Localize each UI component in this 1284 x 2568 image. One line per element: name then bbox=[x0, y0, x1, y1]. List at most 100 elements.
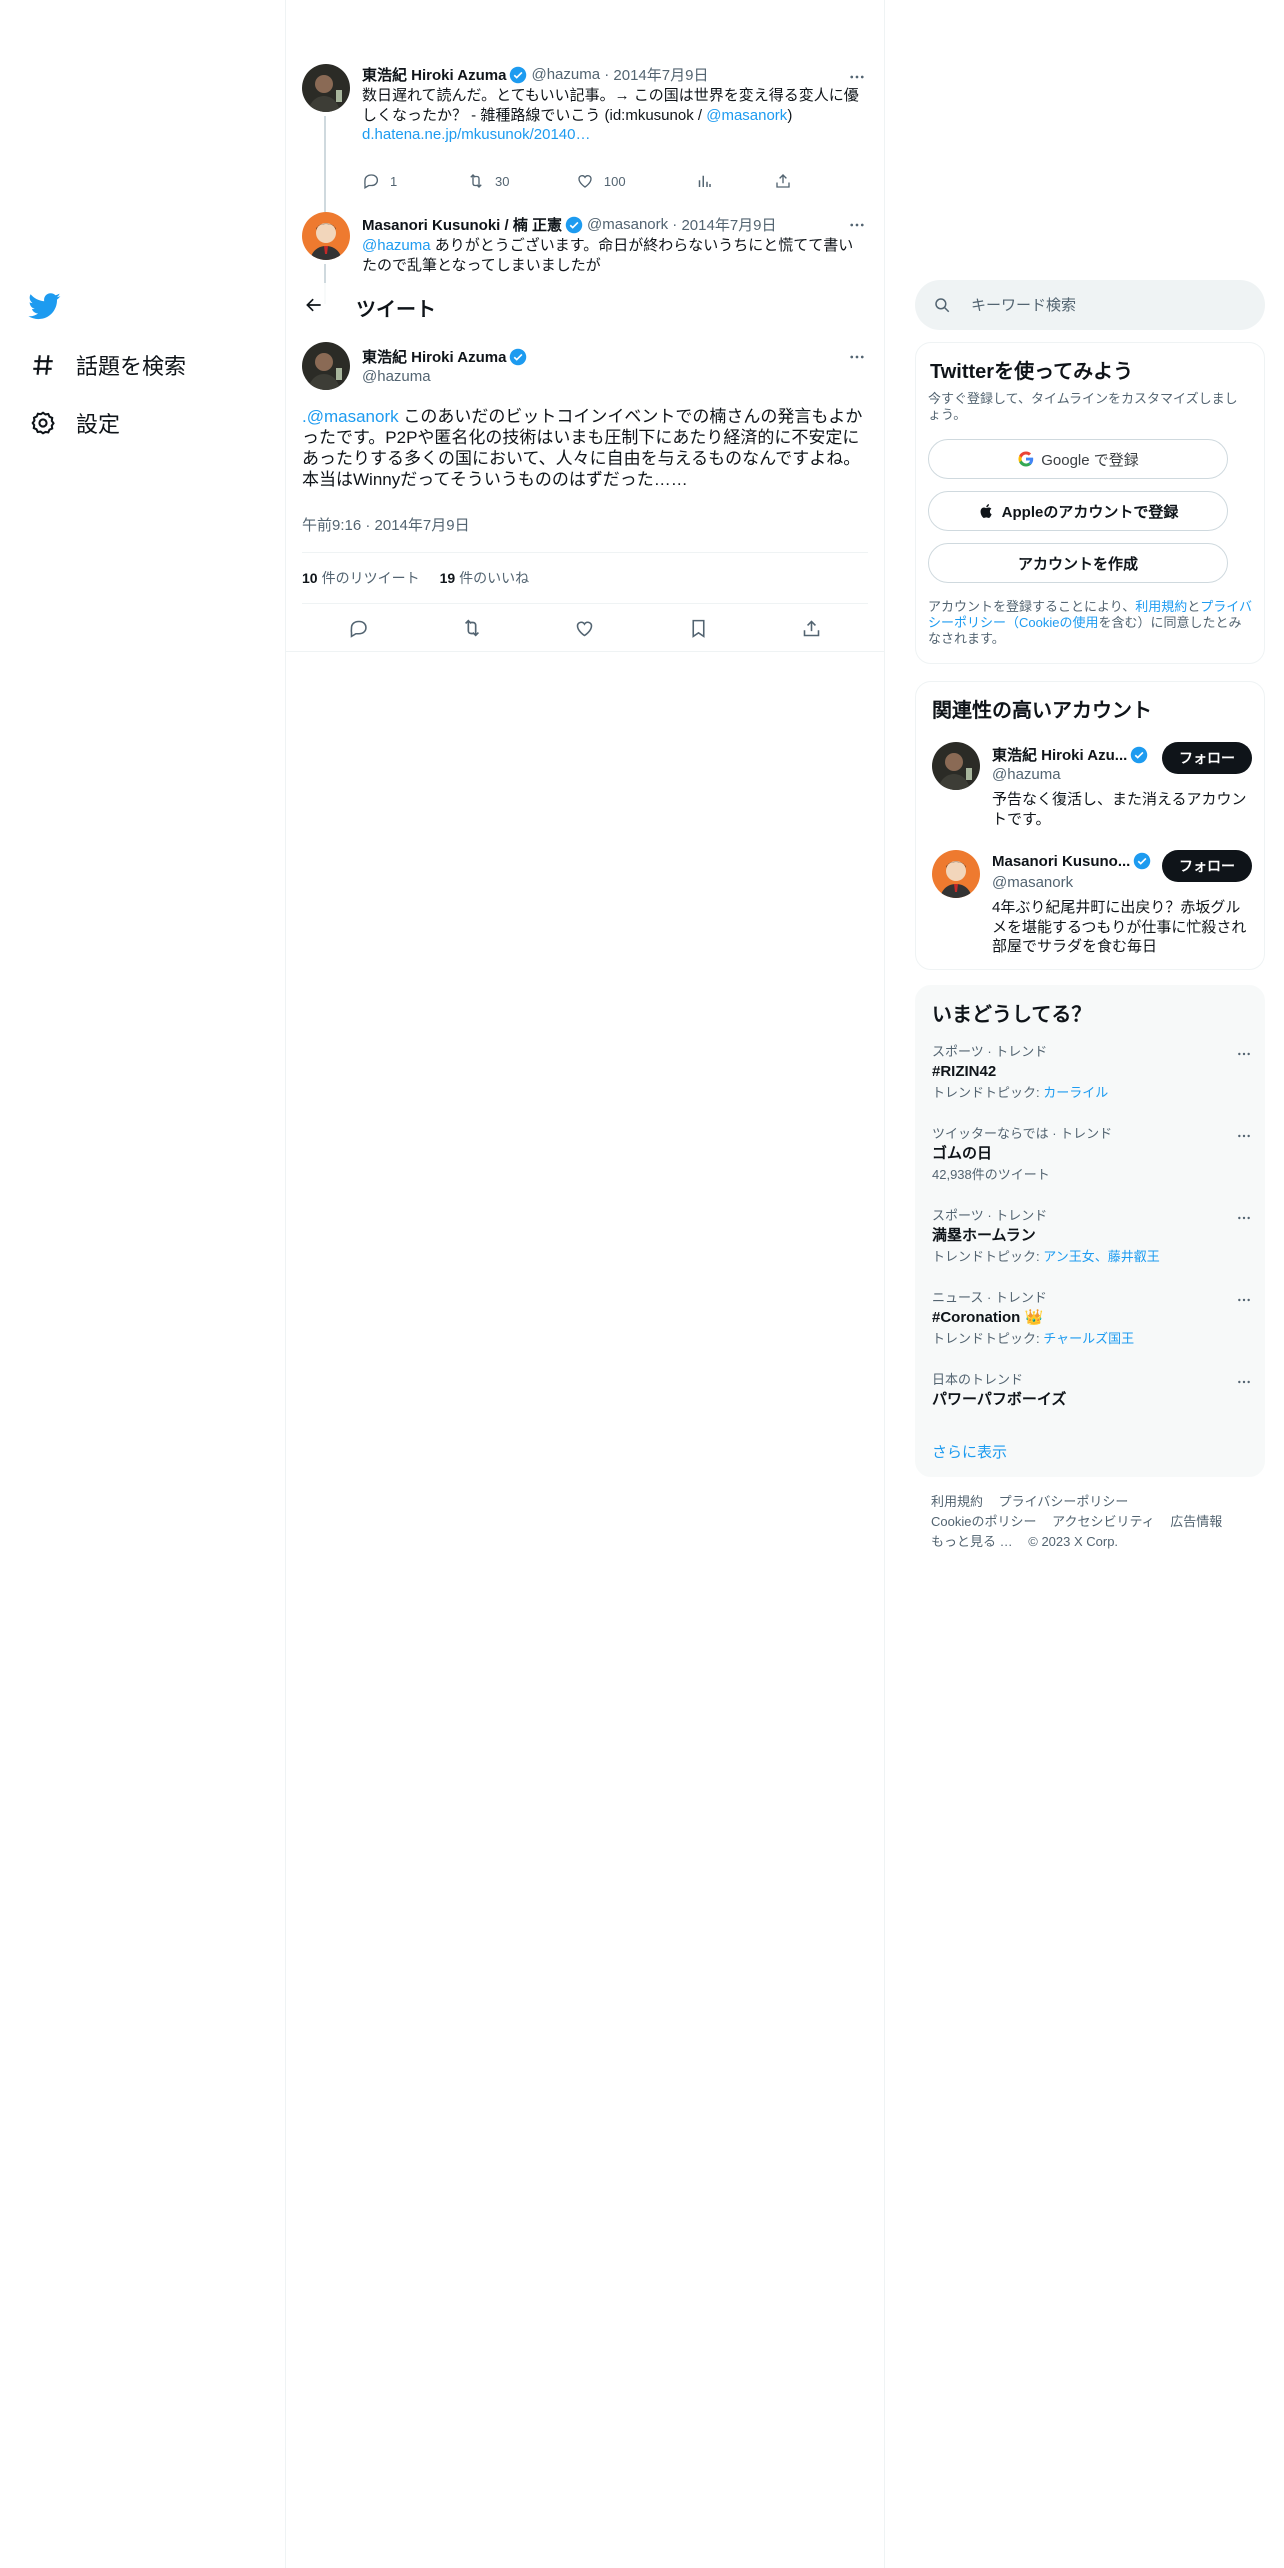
trends-panel: いまどうしてる？ スポーツ · トレンド #RIZIN42 トレンドトピック: … bbox=[915, 985, 1265, 1477]
apple-signup-button[interactable]: Appleのアカウントで登録 bbox=[928, 491, 1228, 531]
share-button[interactable] bbox=[774, 170, 792, 192]
twitter-logo-icon[interactable] bbox=[28, 290, 62, 322]
footer-ads-link[interactable]: 広告情報 bbox=[1170, 1514, 1222, 1529]
author-handle[interactable]: @hazuma bbox=[362, 368, 431, 385]
retweet-button[interactable]: 30 bbox=[467, 170, 576, 192]
trend-name: #Coronation 👑 bbox=[932, 1309, 1044, 1326]
related-account[interactable]: Masanori Kusuno... @masanork 4年ぶり紀尾井町に出戻… bbox=[932, 850, 1252, 960]
create-account-button[interactable]: アカウントを作成 bbox=[928, 543, 1228, 583]
terms-link[interactable]: 利用規約 bbox=[1135, 599, 1187, 614]
like-stat[interactable]: 19 件のいいね bbox=[440, 568, 530, 588]
trend-name: #RIZIN42 bbox=[932, 1063, 997, 1080]
avatar[interactable] bbox=[302, 342, 350, 390]
heart-icon[interactable] bbox=[574, 617, 596, 639]
tweet-text-close: ) bbox=[787, 106, 793, 124]
retweet-icon[interactable] bbox=[461, 617, 483, 639]
tweet-actions: 1 30 100 bbox=[362, 170, 792, 192]
verified-badge-icon bbox=[1130, 746, 1148, 764]
avatar[interactable] bbox=[932, 742, 980, 790]
trend-item[interactable]: ツイッターならでは · トレンド ゴムの日 42,938件のツイート bbox=[932, 1126, 1252, 1183]
more-options-icon[interactable] bbox=[1234, 1208, 1254, 1228]
trend-topic-link[interactable]: チャールズ国王 bbox=[1043, 1331, 1134, 1346]
share-icon[interactable] bbox=[800, 617, 822, 639]
verified-badge-icon bbox=[1133, 852, 1151, 870]
nav-settings-label: 設定 bbox=[76, 412, 121, 437]
thread-tweet[interactable]: 東浩紀 Hiroki Azuma @hazuma · 2014年7月9日 数日遅… bbox=[286, 60, 884, 212]
trend-item[interactable]: スポーツ · トレンド #RIZIN42 トレンドトピック: カーライル bbox=[932, 1044, 1252, 1101]
avatar[interactable] bbox=[302, 212, 350, 260]
more-options-icon[interactable] bbox=[846, 346, 868, 368]
google-icon bbox=[1017, 450, 1035, 468]
more-options-icon[interactable] bbox=[1234, 1126, 1254, 1146]
tweet-stats: 10 件のリツイート 19 件のいいね bbox=[302, 552, 868, 604]
nav-explore[interactable]: 話題を検索 bbox=[28, 345, 186, 385]
author-name[interactable]: Masanori Kusunoki / 楠 正憲 bbox=[362, 214, 562, 235]
related-title: 関連性の高いアカウント bbox=[932, 700, 1152, 722]
trends-title: いまどうしてる？ bbox=[932, 1004, 1092, 1026]
trend-item[interactable]: 日本のトレンド パワーパフボーイズ bbox=[932, 1372, 1252, 1410]
related-account-name[interactable]: Masanori Kusuno... bbox=[992, 853, 1130, 870]
trend-topic-link[interactable]: アン王女、藤井叡王 bbox=[1043, 1249, 1159, 1264]
related-account-bio: 4年ぶり紀尾井町に出戻り？赤坂グルメを堪能するつもりが仕事に忙殺され部屋でサラダ… bbox=[992, 899, 1247, 955]
trend-item[interactable]: スポーツ · トレンド 満塁ホームラン トレンドトピック: アン王女、藤井叡王 bbox=[932, 1208, 1252, 1265]
avatar[interactable] bbox=[932, 850, 980, 898]
trend-name: ゴムの日 bbox=[932, 1145, 993, 1162]
trend-name: 満塁ホームラン bbox=[932, 1227, 1036, 1244]
author-name[interactable]: 東浩紀 Hiroki Azuma bbox=[362, 346, 506, 367]
trend-sub-label: トレンドトピック: bbox=[932, 1085, 1044, 1100]
more-options-icon[interactable] bbox=[846, 66, 868, 88]
avatar[interactable] bbox=[302, 64, 350, 112]
tweet-timestamp[interactable]: 午前9:16 · 2014年7月9日 bbox=[302, 514, 470, 535]
footer-more-link[interactable]: もっと見る … bbox=[931, 1534, 1013, 1549]
bookmark-icon[interactable] bbox=[687, 617, 709, 639]
nav-settings[interactable]: 設定 bbox=[28, 403, 120, 443]
column-divider-right bbox=[884, 0, 885, 2568]
left-navigation: 話題を検索 設定 bbox=[0, 0, 285, 2568]
author-handle[interactable]: @masanork bbox=[587, 216, 668, 233]
search-input[interactable] bbox=[971, 296, 1231, 314]
footer-privacy-link[interactable]: プライバシーポリシー bbox=[999, 1494, 1129, 1509]
author-handle[interactable]: @hazuma bbox=[531, 66, 600, 83]
thread-tweet[interactable]: Masanori Kusunoki / 楠 正憲 @masanork · 201… bbox=[286, 208, 884, 304]
author-name[interactable]: 東浩紀 Hiroki Azuma bbox=[362, 64, 506, 85]
reply-icon[interactable] bbox=[348, 617, 370, 639]
mention-link[interactable]: @hazuma bbox=[362, 237, 431, 254]
mention-link[interactable]: @masanork bbox=[706, 107, 787, 124]
retweet-stat[interactable]: 10 件のリツイート bbox=[302, 568, 420, 588]
back-arrow-icon[interactable] bbox=[298, 289, 330, 321]
more-options-icon[interactable] bbox=[846, 214, 868, 236]
more-options-icon[interactable] bbox=[1234, 1372, 1254, 1392]
tweet-date[interactable]: 2014年7月9日 bbox=[613, 64, 708, 85]
related-account-bio: 予告なく復活し、また消えるアカウントです。 bbox=[992, 791, 1247, 828]
trend-category: ツイッターならでは · トレンド bbox=[932, 1126, 1113, 1141]
reply-count: 1 bbox=[390, 173, 398, 189]
footer-accessibility-link[interactable]: アクセシビリティ bbox=[1052, 1514, 1155, 1529]
tweet-text: 数日遅れて読んだ。とてもいい記事。→ この国は世界を変え得る変人に優しくなったか… bbox=[362, 86, 866, 145]
more-options-icon[interactable] bbox=[1234, 1290, 1254, 1310]
more-options-icon[interactable] bbox=[1234, 1044, 1254, 1064]
tweet-date[interactable]: 2014年7月9日 bbox=[681, 214, 776, 235]
external-link[interactable]: d.hatena.ne.jp/mkusunok/20140… bbox=[362, 126, 591, 143]
mention-link[interactable]: .@masanork bbox=[302, 407, 399, 426]
reply-button[interactable]: 1 bbox=[362, 170, 467, 192]
related-account-name[interactable]: 東浩紀 Hiroki Azu... bbox=[992, 744, 1127, 765]
cookie-link[interactable]: （Cookieの使用 bbox=[1006, 615, 1098, 630]
footer-cookie-link[interactable]: Cookieのポリシー bbox=[931, 1514, 1036, 1529]
like-count: 19 bbox=[439, 570, 456, 586]
show-more-link[interactable]: さらに表示 bbox=[932, 1441, 1007, 1462]
trend-item[interactable]: ニュース · トレンド #Coronation 👑 トレンドトピック: チャール… bbox=[932, 1290, 1252, 1347]
tweet-text-body: ありがとうございます。命日が終わらないうちにと慌てて書いたので乱筆となってしまい… bbox=[362, 237, 854, 274]
like-button[interactable]: 100 bbox=[576, 170, 695, 192]
related-account[interactable]: 東浩紀 Hiroki Azu... @hazuma 予告なく復活し、また消えるア… bbox=[932, 742, 1252, 832]
separator-dot: · bbox=[600, 66, 614, 83]
page-title: ツイート bbox=[356, 299, 436, 321]
google-signup-button[interactable]: Google で登録 bbox=[928, 439, 1228, 479]
follow-button[interactable]: フォロー bbox=[1162, 850, 1252, 882]
follow-button[interactable]: フォロー bbox=[1162, 742, 1252, 774]
search-bar[interactable] bbox=[915, 280, 1265, 330]
analytics-button[interactable] bbox=[695, 170, 774, 192]
tweet-actions bbox=[302, 604, 868, 652]
verified-badge-icon bbox=[509, 66, 527, 84]
trend-topic-link[interactable]: カーライル bbox=[1043, 1085, 1108, 1100]
footer-terms-link[interactable]: 利用規約 bbox=[931, 1494, 983, 1509]
